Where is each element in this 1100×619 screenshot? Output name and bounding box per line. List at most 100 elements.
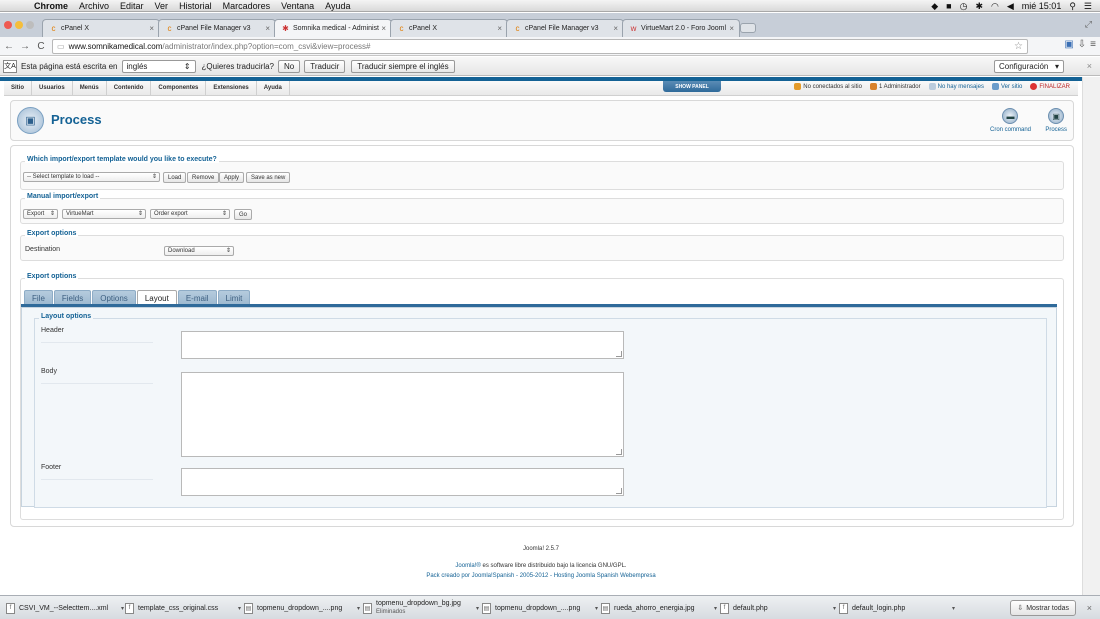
view-site-link[interactable]: Ver sitio [991, 83, 1022, 90]
apply-button[interactable]: Apply [219, 172, 245, 183]
extension-icon[interactable]: ▣ [1064, 39, 1073, 50]
status-messages[interactable]: No hay mensajes [928, 83, 984, 90]
spotlight-icon[interactable]: ⚲ [1069, 1, 1076, 12]
go-button[interactable]: Go [234, 209, 253, 220]
download-item[interactable]: ▤ rueda_ahorro_energia.jpg ▾ [601, 600, 717, 616]
browser-tab[interactable]: c cPanel File Manager v3 × [506, 19, 624, 37]
menu-ventana[interactable]: Ventana [281, 1, 314, 11]
always-translate-button[interactable]: Traducir siempre el inglés [351, 59, 455, 73]
chrome-menu-icon[interactable]: ≡ [1090, 39, 1096, 50]
new-tab-button[interactable] [740, 23, 756, 33]
logout-link[interactable]: FINALIZAR [1030, 83, 1070, 90]
process-button[interactable]: ▣ Process [1045, 108, 1067, 133]
menu-contenido[interactable]: Contenido [107, 80, 152, 96]
bluetooth-icon[interactable]: ✱ [975, 1, 983, 12]
menu-menus[interactable]: Menús [73, 80, 107, 96]
tab-fields[interactable]: Fields [53, 290, 92, 305]
action-select[interactable]: Export ⇕ [23, 209, 58, 219]
translate-button[interactable]: Traducir [304, 59, 346, 73]
back-icon[interactable]: ← [2, 41, 16, 52]
download-item[interactable]: ▤ topmenu_dropdown_bg.jpg Eliminados ▾ [363, 600, 479, 616]
chevron-down-icon[interactable]: ▾ [595, 605, 598, 612]
show-panel-button[interactable]: SHOW PANEL [663, 81, 721, 92]
wifi-icon[interactable]: ◠ [991, 1, 999, 12]
close-translate-icon[interactable]: × [1087, 61, 1092, 71]
language-select[interactable]: inglés ⇕ [121, 59, 196, 73]
chevron-down-icon[interactable]: ▾ [476, 605, 479, 612]
tab-email[interactable]: E-mail [177, 290, 217, 305]
download-icon[interactable]: ⇩ [1078, 39, 1086, 50]
menu-ver[interactable]: Ver [155, 1, 169, 11]
menu-marcadores[interactable]: Marcadores [223, 1, 271, 11]
operation-select[interactable]: Order export ⇕ [150, 209, 230, 219]
address-bar[interactable]: ▭ www.somnikamedical.com/administrator/i… [52, 39, 1028, 54]
dropbox-icon[interactable]: ◆ [931, 1, 938, 12]
fullscreen-icon[interactable]: ⤢ [1085, 19, 1092, 30]
download-item[interactable]: ▤ topmenu_dropdown_....png ▾ [482, 600, 598, 616]
browser-tab[interactable]: c cPanel X × [42, 19, 160, 37]
menu-ayuda[interactable]: Ayuda [325, 1, 350, 11]
cron-command-button[interactable]: ▬ Cron command [990, 108, 1031, 133]
tab-limit[interactable]: Limit [217, 290, 251, 305]
browser-tab-active[interactable]: ✱ Somnika medical - Administ × [274, 19, 392, 37]
remove-button[interactable]: Remove [187, 172, 220, 183]
volume-icon[interactable]: ◀ [1007, 1, 1014, 12]
menu-usuarios[interactable]: Usuarios [32, 80, 73, 96]
browser-tab[interactable]: c cPanel File Manager v3 × [158, 19, 276, 37]
minimize-window-icon[interactable] [15, 21, 23, 29]
tab-options[interactable]: Options [92, 290, 136, 305]
chevron-down-icon[interactable]: ▾ [714, 605, 717, 612]
joomla-link[interactable]: Joomla!® [455, 563, 480, 569]
close-tab-icon[interactable]: × [149, 24, 154, 33]
close-tab-icon[interactable]: × [729, 24, 734, 33]
time-machine-icon[interactable]: ◷ [960, 1, 968, 12]
clock[interactable]: mié 15:01 [1022, 1, 1062, 11]
pack-credit-link[interactable]: Pack creado por Joomla!Spanish - 2005-20… [0, 573, 1082, 579]
header-textarea[interactable] [181, 331, 624, 359]
star-icon[interactable]: ☆ [1014, 41, 1023, 52]
download-item[interactable]: f default_login.php ▾ [839, 600, 955, 616]
zoom-window-icon[interactable] [26, 21, 34, 29]
chevron-down-icon[interactable]: ▾ [952, 605, 955, 612]
lock-icon[interactable]: ■ [946, 1, 951, 11]
no-translate-button[interactable]: No [278, 59, 301, 73]
footer-textarea[interactable] [181, 468, 624, 496]
menu-historial[interactable]: Historial [179, 1, 212, 11]
component-select[interactable]: VirtueMart ⇕ [62, 209, 146, 219]
menu-chrome[interactable]: Chrome [34, 1, 68, 11]
download-item[interactable]: f default.php ▾ [720, 600, 836, 616]
chevron-down-icon[interactable]: ▾ [238, 605, 241, 612]
close-download-shelf-icon[interactable]: × [1087, 603, 1092, 613]
forward-icon[interactable]: → [18, 41, 32, 52]
load-button[interactable]: Load [163, 172, 187, 183]
browser-tab[interactable]: w VirtueMart 2.0 - Foro Jooml × [622, 19, 740, 37]
close-tab-icon[interactable]: × [381, 24, 386, 33]
close-tab-icon[interactable]: × [497, 24, 502, 33]
reload-icon[interactable]: C [34, 41, 48, 52]
download-item[interactable]: f CSVI_VM_--Selecttem....xml ▾ [6, 600, 124, 616]
menu-ayuda-admin[interactable]: Ayuda [257, 80, 290, 96]
notification-icon[interactable]: ☰ [1084, 1, 1092, 12]
chevron-down-icon[interactable]: ▾ [121, 605, 124, 612]
chevron-down-icon[interactable]: ▾ [357, 605, 360, 612]
chevron-down-icon[interactable]: ▾ [833, 605, 836, 612]
menu-editar[interactable]: Editar [120, 1, 144, 11]
menu-extensiones[interactable]: Extensiones [206, 80, 257, 96]
body-textarea[interactable] [181, 372, 624, 457]
destination-select[interactable]: Download ⇕ [164, 246, 234, 256]
close-tab-icon[interactable]: × [265, 24, 270, 33]
page-scrollbar[interactable] [1082, 77, 1100, 595]
close-tab-icon[interactable]: × [613, 24, 618, 33]
browser-tab[interactable]: c cPanel X × [390, 19, 508, 37]
menu-sitio[interactable]: Sitio [4, 80, 32, 96]
translate-config-button[interactable]: Configuración ▾ [994, 59, 1064, 73]
show-all-downloads-button[interactable]: ⇩ Mostrar todas [1010, 600, 1076, 616]
close-window-icon[interactable] [4, 21, 12, 29]
menu-archivo[interactable]: Archivo [79, 1, 109, 11]
menu-componentes[interactable]: Componentes [151, 80, 207, 96]
download-item[interactable]: f template_css_original.css ▾ [125, 600, 241, 616]
template-select[interactable]: -- Select template to load -- ⇕ [23, 172, 160, 182]
download-item[interactable]: ▤ topmenu_dropdown_....png ▾ [244, 600, 360, 616]
save-as-new-button[interactable]: Save as new [246, 172, 291, 183]
tab-file[interactable]: File [24, 290, 53, 305]
